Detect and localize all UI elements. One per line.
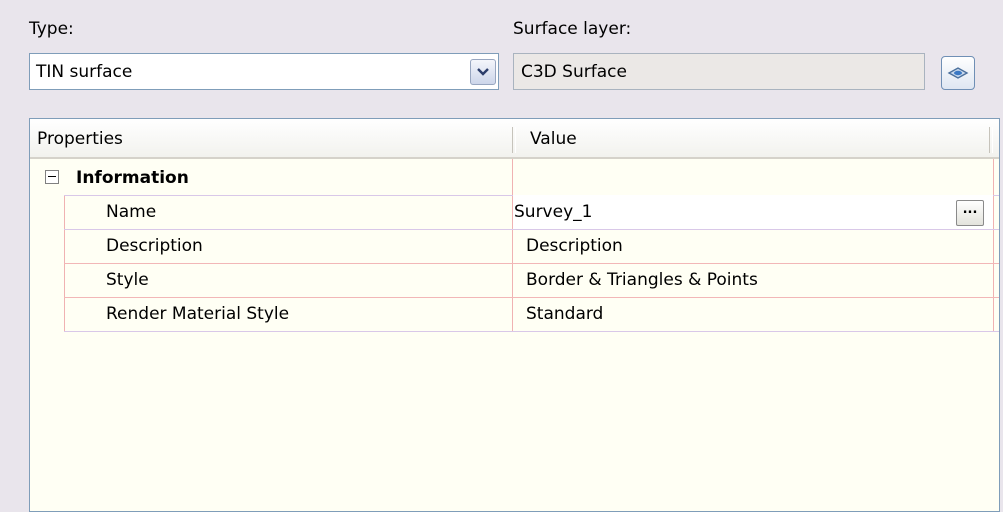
property-grid: Properties Value Information Name Survey… <box>29 118 1000 512</box>
type-dropdown[interactable]: TIN surface <box>29 53 499 90</box>
property-name-label: Name <box>106 202 157 222</box>
property-style-value[interactable]: Border & Triangles & Points <box>526 263 758 297</box>
chevron-down-icon <box>477 68 489 76</box>
header-separator[interactable] <box>512 127 516 153</box>
surface-layer-label: Surface layer: <box>513 19 632 39</box>
header-value[interactable]: Value <box>530 119 577 159</box>
property-name-editor[interactable]: Survey_1 ... <box>513 195 993 229</box>
type-label: Type: <box>29 19 74 39</box>
header-separator-right <box>989 127 993 153</box>
property-name-value[interactable]: Survey_1 <box>514 195 592 229</box>
property-render-material-style-value[interactable]: Standard <box>526 297 603 331</box>
property-row-render-material-style[interactable]: Render Material Style Standard <box>30 297 999 331</box>
section-information-title: Information <box>76 168 189 188</box>
surface-layer-value: C3D Surface <box>521 62 627 82</box>
surface-layer-pick-button[interactable] <box>941 56 975 90</box>
section-information-row[interactable]: Information <box>30 161 999 195</box>
type-dropdown-button[interactable] <box>470 59 496 85</box>
header-properties[interactable]: Properties <box>37 119 123 159</box>
property-render-material-style-label: Render Material Style <box>106 304 290 324</box>
collapse-minus-icon[interactable] <box>45 170 59 184</box>
layer-pick-icon <box>947 67 969 79</box>
property-style-label: Style <box>106 270 149 290</box>
property-description-value[interactable]: Description <box>526 229 623 263</box>
surface-layer-field: C3D Surface <box>513 53 925 90</box>
property-name-browse-button[interactable]: ... <box>956 200 984 226</box>
row-divider <box>64 331 999 332</box>
property-row-style[interactable]: Style Border & Triangles & Points <box>30 263 999 297</box>
property-row-description[interactable]: Description Description <box>30 229 999 263</box>
grid-header: Properties Value <box>30 119 999 159</box>
type-dropdown-value: TIN surface <box>36 62 133 82</box>
property-row-name[interactable]: Name Survey_1 ... <box>30 195 999 229</box>
property-description-label: Description <box>106 236 203 256</box>
